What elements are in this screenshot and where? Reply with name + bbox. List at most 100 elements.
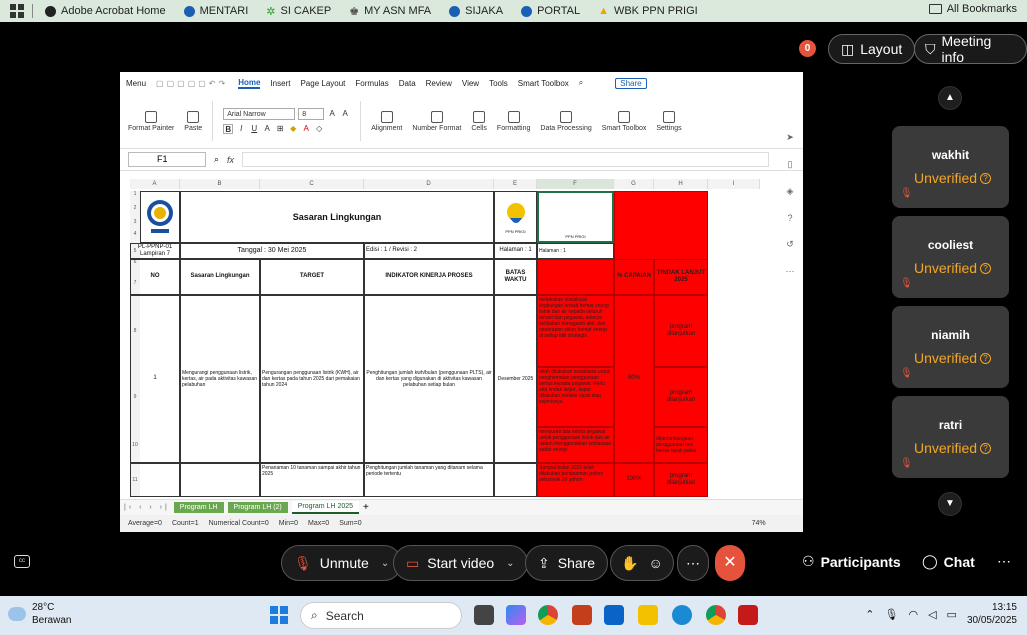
mic-icon[interactable]: 🎙 [884,608,898,621]
clock[interactable]: 13:15 30/05/2025 [967,601,1017,627]
formatting-button[interactable]: Formatting [497,110,530,132]
sheet-tab[interactable]: Program LH (2) [227,502,288,513]
pdf-reader-icon[interactable] [738,605,758,625]
task-view-icon[interactable] [474,605,494,625]
strikethrough-icon[interactable]: A [262,124,272,134]
history-icon[interactable]: ↺ [786,239,794,250]
paste-button[interactable]: Paste [184,110,202,132]
bookmark-portal[interactable]: PORTAL [521,5,580,17]
more-menu-button[interactable]: ⋯ [997,553,1011,570]
copilot-icon[interactable] [506,605,526,625]
bookmark-sijaka[interactable]: SIJAKA [449,5,503,17]
sheet-tab-active[interactable]: Program LH 2025 [291,501,360,514]
wifi-icon[interactable]: ◠ [908,608,918,621]
start-video-button[interactable]: ▭ Start video ⌄ [393,545,528,581]
sheet-tab[interactable]: Program LH [173,502,224,513]
leave-meeting-button[interactable]: ✕ [715,545,745,581]
font-name-select[interactable]: Arial Narrow [223,108,296,120]
settings-button[interactable]: Settings [656,110,682,132]
tab-page-layout[interactable]: Page Layout [300,79,345,88]
chrome-profile-icon[interactable] [706,605,726,625]
add-sheet-icon[interactable]: + [363,502,369,513]
cells-button[interactable]: Cells [471,110,487,132]
row-header[interactable]: 3 [130,219,140,231]
smart-toolbox-button[interactable]: Smart Toolbox [602,110,646,132]
participant-tile[interactable]: niamih Unverified? 🎙 [892,306,1009,388]
column-header-b[interactable]: B [180,179,260,189]
column-header-e[interactable]: E [494,179,537,189]
font-size-select[interactable]: 8 [298,108,325,120]
name-box[interactable]: F1 [128,152,206,167]
more-options-button[interactable]: ⋯ [677,545,709,581]
row-header[interactable]: 4 [130,231,140,243]
selected-cell-f1[interactable]: PPN PRIGI [537,191,614,243]
document-icon[interactable]: ▯ [788,159,793,170]
apps-grid-icon[interactable] [10,4,24,18]
help-icon[interactable]: ? [787,213,792,223]
spreadsheet-grid[interactable]: A B C D E F G H I 1 2 3 4 5 6 7 8 9 10 1… [130,179,770,497]
tab-review[interactable]: Review [426,79,452,88]
tab-data[interactable]: Data [399,79,416,88]
wps-icon[interactable] [572,605,592,625]
cursor-icon[interactable]: ➤ [786,132,794,143]
shapes-icon[interactable]: ◈ [787,186,794,197]
captions-icon[interactable]: cc [14,555,30,568]
column-header-c[interactable]: C [260,179,364,189]
grow-font-icon[interactable]: A [327,109,337,119]
participant-tile[interactable]: wakhit Unverified? 🎙 [892,126,1009,208]
row-header[interactable]: 1 [130,191,140,205]
clear-format-icon[interactable]: ◇ [314,124,324,134]
zoom-formula-icon[interactable]: ⌕ [214,154,219,165]
outlook-icon[interactable] [604,605,624,625]
bookmark-mentari[interactable]: MENTARI [183,5,248,17]
sheet-nav-icons[interactable]: |‹ ‹ › ›| [124,504,170,511]
chevron-down-icon[interactable]: ⌄ [506,558,514,569]
speaker-icon[interactable]: ◁ [928,608,936,621]
column-header-g[interactable]: G [614,179,654,189]
weather-widget[interactable]: 28°C Berawan [8,601,71,627]
column-header-h[interactable]: H [654,179,708,189]
font-color-icon[interactable]: A [301,124,311,134]
participants-button[interactable]: ⚇ Participants [802,553,901,570]
fx-icon[interactable]: fx [227,155,234,165]
tab-view[interactable]: View [462,79,479,88]
zoom-level[interactable]: 74% [752,520,766,527]
fill-color-icon[interactable]: ◆ [288,124,298,134]
row-header[interactable]: 2 [130,205,140,219]
column-header-i[interactable]: I [708,179,760,189]
share-screen-button[interactable]: ⇪ Share [525,545,609,581]
notification-badge[interactable]: 0 [799,40,816,57]
windows-start-icon[interactable] [270,606,288,624]
shrink-font-icon[interactable]: A [340,109,350,119]
chevron-down-icon[interactable]: ⌄ [381,558,389,569]
chrome-icon[interactable] [538,605,558,625]
underline-icon[interactable]: U [249,124,259,134]
unmute-button[interactable]: 🎙 Unmute ⌄ [281,545,403,581]
search-icon[interactable]: ⌕ [579,78,583,88]
scroll-up-button[interactable]: ▲ [938,86,962,110]
data-processing-button[interactable]: Data Processing [540,110,592,132]
meeting-info-button[interactable]: ⛉ Meeting info [914,33,1027,65]
taskbar-search[interactable]: ⌕ Search [300,602,462,629]
bookmark-myasn[interactable]: ♚ MY ASN MFA [349,5,431,18]
tab-insert[interactable]: Insert [270,79,290,88]
battery-icon[interactable]: ▭ [947,608,957,621]
border-icon[interactable]: ⊞ [275,124,285,134]
format-painter-button[interactable]: Format Painter [128,110,174,132]
number-format-button[interactable]: Number Format [412,110,461,132]
menu-item[interactable]: Menu [126,79,146,88]
italic-icon[interactable]: I [236,124,246,134]
chevron-up-icon[interactable]: ⌃ [865,608,874,621]
formula-input[interactable] [242,152,769,167]
participant-tile[interactable]: cooliest Unverified? 🎙 [892,216,1009,298]
all-bookmarks[interactable]: All Bookmarks [928,3,1017,15]
raise-hand-icon[interactable]: ✋ [621,555,638,572]
share-button[interactable]: Share [615,77,647,89]
tab-formulas[interactable]: Formulas [355,79,388,88]
file-explorer-icon[interactable] [638,605,658,625]
tab-tools[interactable]: Tools [489,79,508,88]
tab-smart-toolbox[interactable]: Smart Toolbox [518,79,569,88]
emoji-icon[interactable]: ☺ [648,555,662,571]
alignment-button[interactable]: Alignment [371,110,402,132]
participant-tile[interactable]: ratri Unverified? 🎙 [892,396,1009,478]
